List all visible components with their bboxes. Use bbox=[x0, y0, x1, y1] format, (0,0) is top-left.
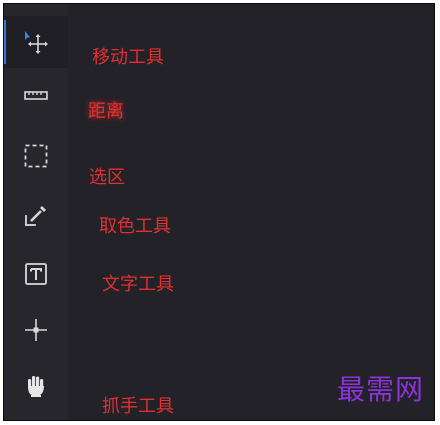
dashed-rect-icon bbox=[24, 144, 48, 168]
annotation-selection: 选区 bbox=[89, 167, 125, 188]
annotation-hand-tool: 抓手工具 bbox=[102, 396, 174, 417]
tool-crosshair[interactable] bbox=[4, 304, 68, 356]
crosshair-icon bbox=[25, 319, 47, 341]
text-box-icon bbox=[25, 263, 47, 285]
watermark: 最需网 bbox=[336, 373, 424, 406]
move-icon bbox=[25, 31, 48, 54]
tool-distance[interactable] bbox=[4, 70, 68, 122]
annotation-text-tool: 文字工具 bbox=[102, 274, 174, 295]
ruler-icon bbox=[24, 91, 48, 100]
toolbar bbox=[4, 4, 68, 420]
tool-selection[interactable] bbox=[4, 130, 68, 182]
tool-panel: 移动工具 距离 选区 取色工具 文字工具 抓手工具 最需网 bbox=[3, 3, 435, 421]
tool-text[interactable] bbox=[4, 248, 68, 300]
tool-color-picker[interactable] bbox=[4, 190, 68, 242]
tool-move[interactable] bbox=[4, 16, 68, 68]
tool-hand[interactable] bbox=[4, 360, 68, 412]
annotation-color-picker: 取色工具 bbox=[99, 216, 171, 237]
annotation-distance: 距离 bbox=[88, 101, 124, 122]
hand-icon bbox=[28, 376, 44, 397]
eyedropper-icon bbox=[25, 206, 46, 226]
annotation-move-tool: 移动工具 bbox=[92, 47, 164, 68]
